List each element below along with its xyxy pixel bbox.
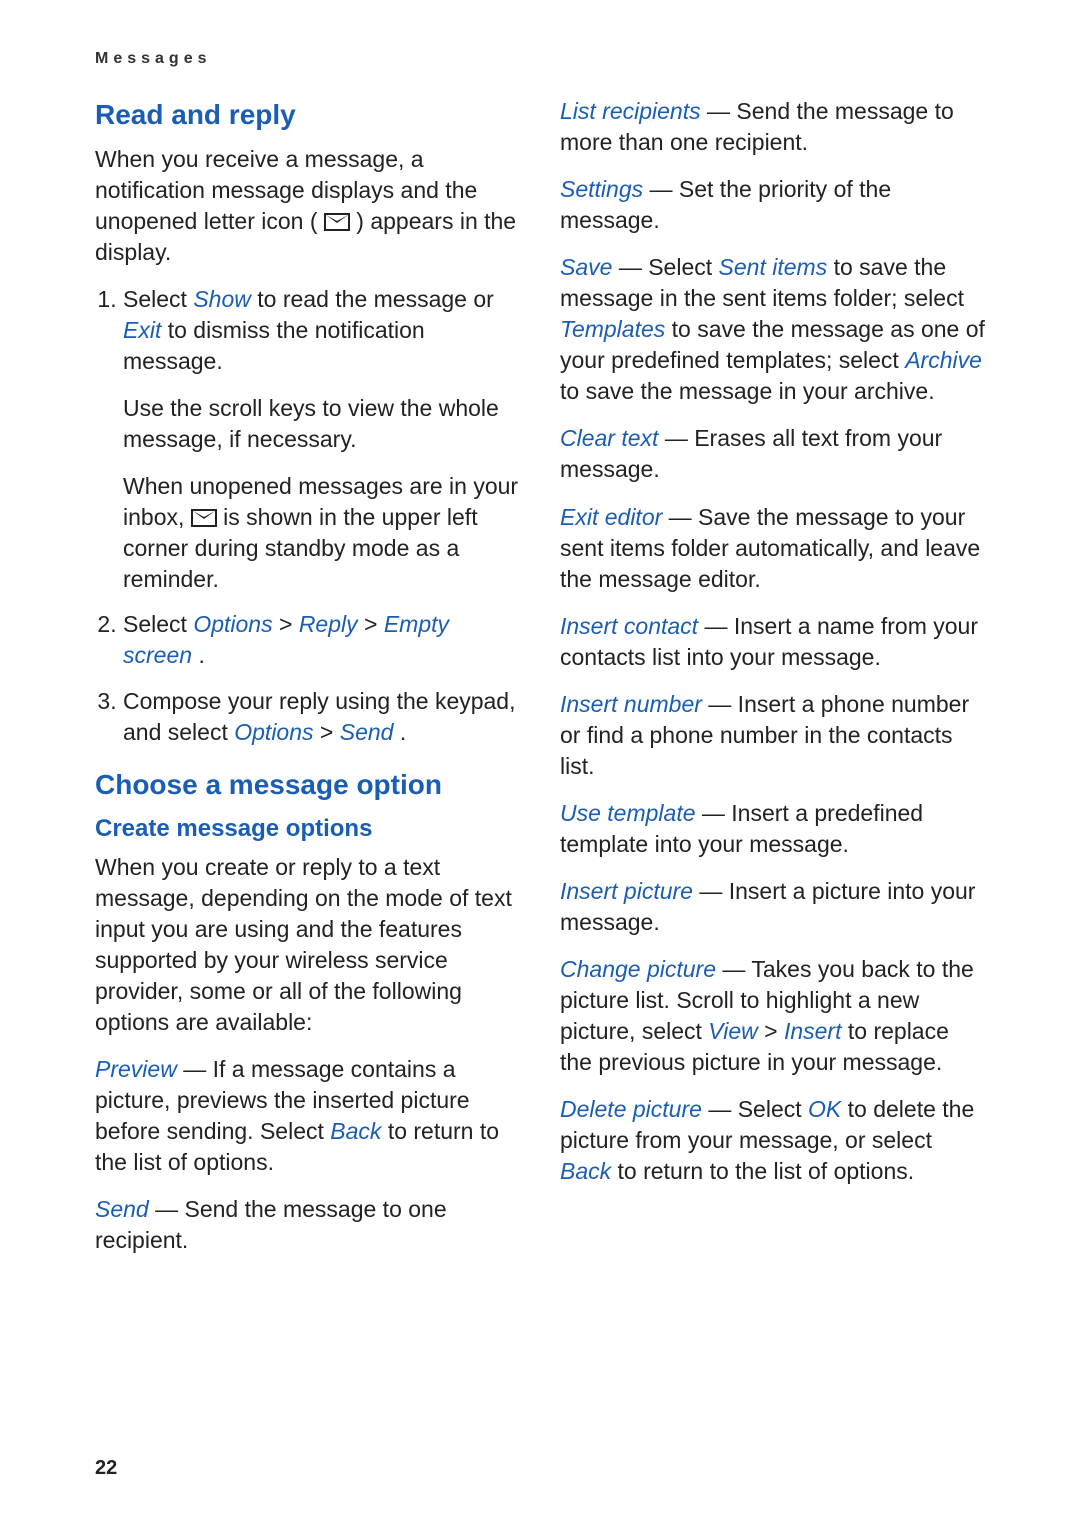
menu-term-insert: Insert: [784, 1018, 842, 1044]
option-clear-text: Clear text — Erases all text from your m…: [560, 423, 985, 485]
menu-term-clear-text: Clear text: [560, 425, 658, 451]
text: >: [320, 719, 340, 745]
text: Select: [123, 286, 193, 312]
text: >: [279, 611, 299, 637]
menu-term-back: Back: [560, 1158, 611, 1184]
menu-term-insert-contact: Insert contact: [560, 613, 698, 639]
menu-term-show: Show: [193, 286, 251, 312]
option-list-recipients: List recipients — Send the message to mo…: [560, 96, 985, 158]
text: to dismiss the notification message.: [123, 317, 425, 374]
menu-term-change-picture: Change picture: [560, 956, 716, 982]
menu-term-ok: OK: [808, 1096, 841, 1122]
option-use-template: Use template — Insert a predefined templ…: [560, 798, 985, 860]
page: Messages Read and reply When you receive…: [0, 0, 1080, 1530]
paragraph: When you create or reply to a text messa…: [95, 852, 520, 1038]
option-change-picture: Change picture — Takes you back to the p…: [560, 954, 985, 1078]
section-header: Messages: [95, 50, 985, 68]
envelope-icon: [191, 509, 217, 527]
menu-term-archive: Archive: [905, 347, 982, 373]
text: Select: [123, 611, 193, 637]
menu-term-preview: Preview: [95, 1056, 177, 1082]
text: >: [764, 1018, 784, 1044]
menu-term-exit: Exit: [123, 317, 161, 343]
sub-paragraph: Use the scroll keys to view the whole me…: [123, 393, 520, 455]
envelope-icon: [324, 213, 350, 231]
option-delete-picture: Delete picture — Select OK to delete the…: [560, 1094, 985, 1187]
menu-term-delete-picture: Delete picture: [560, 1096, 702, 1122]
text: — Select: [619, 254, 719, 280]
sub-paragraph: When unopened messages are in your inbox…: [123, 471, 520, 595]
option-send: Send — Send the message to one recipient…: [95, 1194, 520, 1256]
page-number: 22: [95, 1457, 117, 1480]
menu-term-send: Send: [340, 719, 394, 745]
text: — Select: [708, 1096, 808, 1122]
heading-choose-option: Choose a message option: [95, 766, 520, 804]
menu-term-view: View: [708, 1018, 757, 1044]
heading-read-reply: Read and reply: [95, 96, 520, 134]
option-insert-contact: Insert contact — Insert a name from your…: [560, 611, 985, 673]
list-item: Select Options > Reply > Empty screen .: [123, 609, 520, 671]
menu-term-insert-picture: Insert picture: [560, 878, 693, 904]
subheading-create-options: Create message options: [95, 813, 520, 845]
text: >: [364, 611, 384, 637]
list-item: Compose your reply using the keypad, and…: [123, 686, 520, 748]
left-column: Read and reply When you receive a messag…: [95, 96, 520, 1272]
text: .: [198, 642, 204, 668]
menu-term-exit-editor: Exit editor: [560, 504, 662, 530]
content-columns: Read and reply When you receive a messag…: [95, 96, 985, 1272]
menu-term-save: Save: [560, 254, 612, 280]
menu-term-options: Options: [234, 719, 313, 745]
option-save: Save — Select Sent items to save the mes…: [560, 252, 985, 407]
menu-term-list-recipients: List recipients: [560, 98, 701, 124]
menu-term-templates: Templates: [560, 316, 665, 342]
paragraph-intro: When you receive a message, a notificati…: [95, 144, 520, 268]
menu-term-sent-items: Sent items: [719, 254, 828, 280]
menu-term-options: Options: [193, 611, 272, 637]
text: .: [400, 719, 406, 745]
right-column: List recipients — Send the message to mo…: [560, 96, 985, 1272]
option-preview: Preview — If a message contains a pictur…: [95, 1054, 520, 1178]
menu-term-insert-number: Insert number: [560, 691, 702, 717]
steps-list: Select Show to read the message or Exit …: [95, 284, 520, 748]
menu-term-reply: Reply: [299, 611, 358, 637]
text: to read the message or: [257, 286, 494, 312]
menu-term-use-template: Use template: [560, 800, 696, 826]
menu-term-send: Send: [95, 1196, 149, 1222]
list-item: Select Show to read the message or Exit …: [123, 284, 520, 595]
option-settings: Settings — Set the priority of the messa…: [560, 174, 985, 236]
text: to save the message in your archive.: [560, 378, 935, 404]
menu-term-back: Back: [330, 1118, 381, 1144]
text: to return to the list of options.: [618, 1158, 915, 1184]
menu-term-settings: Settings: [560, 176, 643, 202]
option-insert-picture: Insert picture — Insert a picture into y…: [560, 876, 985, 938]
option-exit-editor: Exit editor — Save the message to your s…: [560, 502, 985, 595]
option-insert-number: Insert number — Insert a phone number or…: [560, 689, 985, 782]
